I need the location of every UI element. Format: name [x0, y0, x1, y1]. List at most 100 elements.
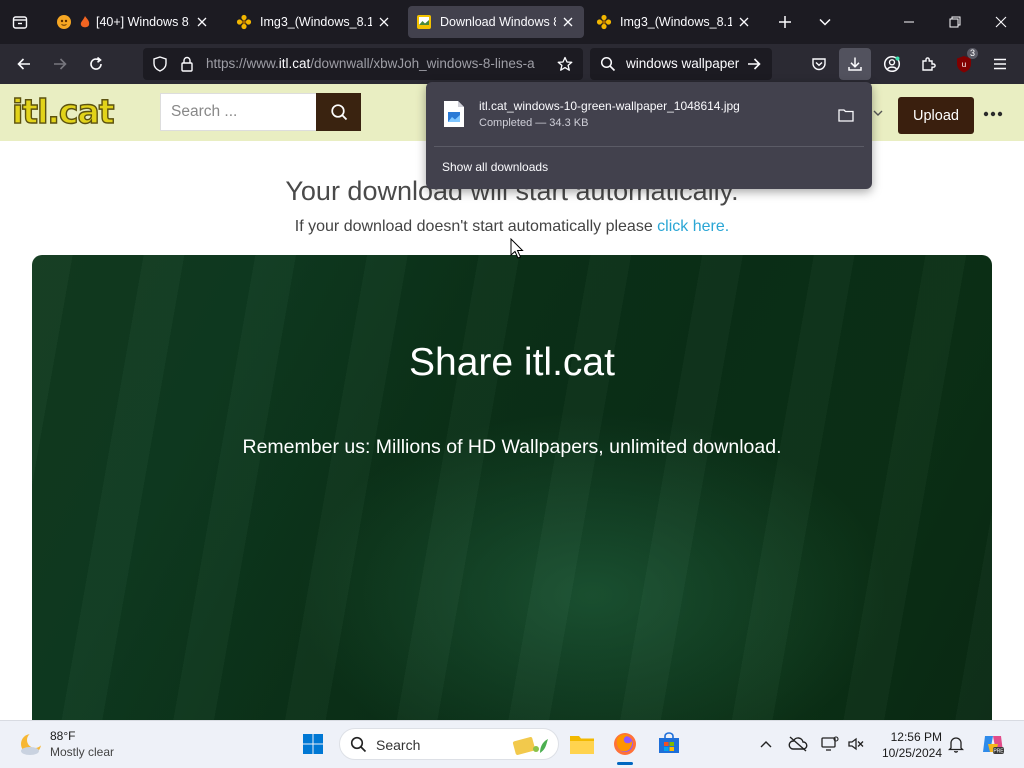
- tab-title: Img3_(Windows_8.1).jp: [260, 15, 372, 29]
- download-item[interactable]: itl.cat_windows-10-green-wallpaper_10486…: [434, 90, 864, 140]
- tab-3-active[interactable]: Download Windows 8 |: [408, 6, 584, 38]
- tracking-protection-shield-icon[interactable]: [152, 56, 168, 72]
- show-all-downloads-link[interactable]: Show all downloads: [442, 160, 548, 174]
- taskbar-search-box[interactable]: Search: [339, 728, 559, 760]
- bookmark-star-icon[interactable]: [557, 56, 573, 72]
- notifications-bell-icon[interactable]: [946, 734, 966, 754]
- manual-download-text: If your download doesn't start automatic…: [0, 218, 1024, 236]
- header-dropdown-chevron-icon[interactable]: [873, 106, 883, 120]
- fire-icon: [80, 14, 90, 30]
- download-file-name: itl.cat_windows-10-green-wallpaper_10486…: [479, 99, 740, 113]
- url-bar[interactable]: https://www.itl.cat/downwall/xbwJoh_wind…: [143, 48, 583, 80]
- reload-button[interactable]: [80, 48, 112, 80]
- url-path: /downwall/xbwJoh_windows-8-lines-a: [310, 56, 535, 71]
- search-query: windows wallpaper: [626, 56, 740, 71]
- tab-title: Download Windows 8 |: [440, 15, 556, 29]
- clock-date: 10/25/2024: [881, 746, 942, 760]
- new-tab-button[interactable]: [771, 8, 799, 36]
- tab-1[interactable]: [40+] Windows 8.1 |: [48, 6, 218, 38]
- ublock-extension-button[interactable]: u 3: [948, 48, 980, 80]
- weather-moon-icon[interactable]: [18, 731, 44, 757]
- search-icon: [350, 736, 367, 758]
- network-icon[interactable]: [820, 734, 840, 754]
- pocket-button[interactable]: [803, 48, 835, 80]
- close-window-button[interactable]: [978, 0, 1024, 44]
- app-menu-button[interactable]: [984, 48, 1016, 80]
- forward-button[interactable]: [44, 48, 76, 80]
- puzzle-piece-icon: [922, 57, 936, 71]
- site-search-field[interactable]: [160, 93, 317, 131]
- list-all-tabs-button[interactable]: [811, 8, 839, 36]
- firefox-taskbar-button[interactable]: [609, 728, 641, 760]
- search-icon: [600, 56, 616, 77]
- file-explorer-taskbar-button[interactable]: [566, 728, 598, 760]
- tab-strip: [40+] Windows 8.1 | Img3_(Windows_8.1).j…: [0, 0, 1024, 44]
- volume-muted-icon[interactable]: [846, 734, 866, 754]
- close-icon: [995, 16, 1007, 28]
- open-folder-icon[interactable]: [836, 105, 856, 125]
- site-search-input[interactable]: [161, 94, 316, 130]
- search-go-arrow-icon[interactable]: [746, 56, 762, 77]
- weather-description[interactable]: Mostly clear: [50, 745, 114, 759]
- tab-close-icon[interactable]: [194, 14, 210, 30]
- restore-icon: [949, 16, 961, 28]
- minimize-button[interactable]: [886, 0, 932, 44]
- downloads-button[interactable]: [839, 48, 871, 80]
- clock-time: 12:56 PM: [890, 730, 942, 744]
- url-text[interactable]: https://www.itl.cat/downwall/xbwJoh_wind…: [206, 56, 546, 71]
- windows-logo-icon: [303, 734, 323, 754]
- more-options-button[interactable]: [979, 99, 1007, 129]
- copilot-icon[interactable]: PRE: [980, 731, 1006, 757]
- minimize-icon: [904, 21, 914, 23]
- lock-icon[interactable]: [179, 56, 195, 72]
- chevron-down-icon: [819, 18, 831, 26]
- tab-close-icon[interactable]: [376, 14, 392, 30]
- tab-title: [40+] Windows 8.1 |: [96, 15, 190, 29]
- search-icon: [330, 104, 347, 121]
- share-title: Share itl.cat: [409, 341, 615, 384]
- tab-title: Img3_(Windows_8.1).jp: [620, 15, 732, 29]
- taskbar-clock[interactable]: 12:56 PM 10/25/2024: [870, 729, 942, 761]
- flower-favicon-icon: [596, 14, 612, 30]
- svg-text:u: u: [962, 60, 966, 69]
- share-subtitle: Remember us: Millions of HD Wallpapers, …: [242, 436, 782, 458]
- onedrive-offline-icon[interactable]: [788, 734, 808, 754]
- pocket-icon: [812, 58, 826, 71]
- firefox-view-button[interactable]: [6, 8, 34, 36]
- downloads-panel: itl.cat_windows-10-green-wallpaper_10486…: [426, 82, 872, 189]
- firefox-icon: [614, 733, 636, 755]
- mouse-cursor-icon: [510, 238, 524, 259]
- firefox-view-icon: [12, 16, 28, 29]
- extension-badge-count: 3: [966, 48, 978, 59]
- tab-close-icon[interactable]: [560, 14, 576, 30]
- plus-icon: [779, 16, 791, 28]
- image-file-icon: [444, 101, 464, 127]
- tab-close-icon[interactable]: [736, 14, 752, 30]
- cat-favicon-icon: [56, 14, 72, 30]
- weather-temperature[interactable]: 88°F: [50, 729, 75, 743]
- reload-icon: [90, 56, 102, 70]
- tab-4[interactable]: Img3_(Windows_8.1).jp: [588, 6, 760, 38]
- back-button[interactable]: [8, 48, 40, 80]
- search-bar[interactable]: windows wallpaper: [590, 48, 772, 80]
- restore-button[interactable]: [932, 0, 978, 44]
- account-button[interactable]: [876, 48, 908, 80]
- more-dots-icon: [983, 111, 1003, 117]
- show-hidden-icons-chevron-up-icon[interactable]: [756, 734, 776, 754]
- svg-text:PRE: PRE: [993, 749, 1004, 755]
- hamburger-menu-icon: [994, 58, 1006, 70]
- flower-favicon-icon: [236, 14, 252, 30]
- site-search-button[interactable]: [316, 93, 361, 131]
- tab-2[interactable]: Img3_(Windows_8.1).jp: [228, 6, 400, 38]
- manual-download-label: If your download doesn't start automatic…: [294, 218, 658, 235]
- microsoft-store-taskbar-button[interactable]: [653, 728, 685, 760]
- start-button[interactable]: [297, 728, 329, 760]
- click-here-link[interactable]: click here.: [657, 218, 729, 235]
- active-app-indicator: [617, 762, 633, 765]
- navigation-toolbar: https://www.itl.cat/downwall/xbwJoh_wind…: [0, 44, 1024, 84]
- download-status: Completed — 34.3 KB: [479, 117, 589, 129]
- site-logo[interactable]: itl.cat: [11, 91, 115, 131]
- download-arrow-icon: [848, 57, 862, 71]
- extensions-button[interactable]: [912, 48, 944, 80]
- upload-button[interactable]: Upload: [898, 97, 974, 134]
